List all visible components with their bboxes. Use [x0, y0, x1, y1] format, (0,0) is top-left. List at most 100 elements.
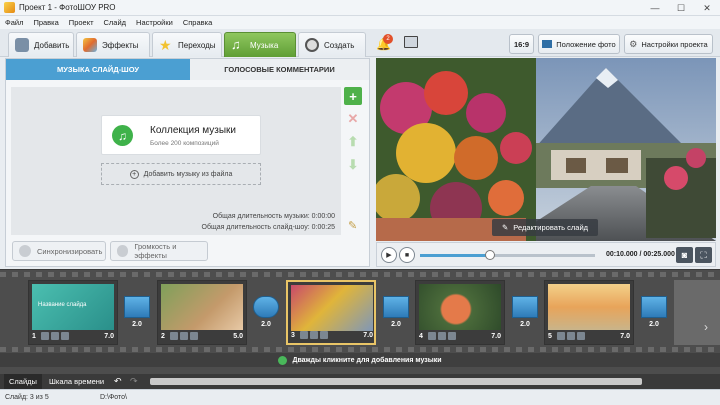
menu-help[interactable]: Справка [183, 18, 212, 27]
notification-badge: 2 [383, 34, 393, 44]
zoom-icon[interactable] [51, 332, 59, 340]
tab-music[interactable]: ♫ Музыка [224, 32, 296, 57]
photo-library-icon[interactable] [404, 36, 418, 48]
preview-photo [376, 58, 716, 241]
playback-progress-track[interactable] [420, 254, 595, 257]
stop-button[interactable]: ■ [399, 247, 415, 263]
zoom-icon[interactable] [567, 332, 575, 340]
tab-slides[interactable]: Слайды [4, 374, 42, 389]
zoom-icon[interactable] [180, 332, 188, 340]
tab-transitions[interactable]: ★ Переходы [152, 32, 222, 57]
transition-icon [512, 296, 538, 318]
audio-icon[interactable] [190, 332, 198, 340]
delete-track-icon[interactable]: ✕ [344, 110, 362, 128]
edit-slide-icon[interactable] [557, 332, 565, 340]
edit-slide-button[interactable]: ✎ Редактировать слайд [492, 219, 598, 236]
slide-3-image [291, 285, 373, 331]
music-icon: ♫ [231, 37, 241, 52]
maximize-button[interactable]: ☐ [668, 0, 694, 16]
time-display: 00:10.000 / 00:25.000 [606, 251, 675, 258]
transition-1[interactable]: 2.0 [124, 296, 150, 330]
window-title: Проект 1 - ФотоШОУ PRO [19, 3, 116, 12]
playback-knob[interactable] [485, 250, 495, 260]
add-track-icon[interactable]: + [344, 87, 362, 105]
slide-preview[interactable] [376, 58, 716, 241]
zoom-icon[interactable] [438, 332, 446, 340]
add-slide-placeholder[interactable] [674, 280, 720, 345]
slide-thumbnail[interactable]: Название слайда 1 7.0 [28, 280, 118, 345]
menu-bar: Файл Правка Проект Слайд Настройки Справ… [0, 16, 720, 29]
slide-thumbnail-selected[interactable]: 3 7.0 [286, 280, 376, 345]
slide-4-image [419, 284, 501, 330]
transition-5[interactable]: 2.0 [641, 296, 667, 330]
total-music-duration: Общая длительность музыки: 0:00:00 [212, 213, 335, 220]
pencil-icon: ✎ [501, 223, 509, 232]
subtab-slideshow-music[interactable]: МУЗЫКА СЛАЙД-ШОУ [6, 59, 190, 80]
undo-icon[interactable]: ↶ [114, 376, 122, 387]
play-button[interactable]: ▶ [381, 247, 397, 263]
edit-slide-icon[interactable] [300, 331, 308, 339]
transition-icon [124, 296, 150, 318]
photo-position-button[interactable]: Положение фото [538, 34, 620, 54]
menu-edit[interactable]: Правка [33, 18, 58, 27]
audio-icon[interactable] [577, 332, 585, 340]
effects-icon [83, 38, 97, 52]
magic-wand-icon[interactable]: ✎ [348, 219, 357, 232]
close-button[interactable]: ✕ [694, 0, 720, 16]
main-toolbar: Добавить Эффекты ★ Переходы ♫ Музыка Соз… [0, 29, 720, 57]
move-down-icon[interactable]: ⬇ [344, 156, 362, 174]
title-bar: Проект 1 - ФотоШОУ PRO — ☐ ✕ [0, 0, 720, 16]
add-music-from-file-button[interactable]: + Добавить музыку из файла [101, 163, 261, 185]
app-icon [4, 2, 15, 13]
sync-button[interactable]: Синхронизировать [12, 241, 106, 261]
bottom-bar: Слайды Шкала времени ↶ ↷ [0, 374, 720, 389]
minimize-button[interactable]: — [642, 0, 668, 16]
slides-timeline: Название слайда 1 7.0 2.0 2 5.0 2.0 3 7.… [0, 269, 720, 374]
zoom-icon[interactable] [310, 331, 318, 339]
slide-5-image [548, 284, 630, 330]
tab-timeline[interactable]: Шкала времени [44, 374, 109, 389]
audio-icon[interactable] [320, 331, 328, 339]
tab-add[interactable]: Добавить [8, 32, 74, 57]
plus-circle-icon: + [129, 169, 139, 179]
subtab-voice-comments[interactable]: ГОЛОСОВЫЕ КОММЕНТАРИИ [190, 59, 369, 80]
edit-slide-icon[interactable] [428, 332, 436, 340]
fullscreen-icon[interactable]: ⛶ [695, 247, 712, 263]
sync-icon [19, 245, 31, 257]
transition-2[interactable]: 2.0 [253, 296, 279, 330]
edit-slide-icon[interactable] [41, 332, 49, 340]
redo-icon[interactable]: ↷ [130, 376, 138, 387]
slide-thumbnail[interactable]: 4 7.0 [415, 280, 505, 345]
audio-icon[interactable] [448, 332, 456, 340]
move-up-icon[interactable]: ⬆ [344, 133, 362, 151]
create-film-icon [305, 38, 319, 52]
timeline-scrollbar[interactable] [150, 378, 642, 385]
audio-icon[interactable] [61, 332, 69, 340]
slide-2-image [161, 284, 243, 330]
slide-thumbnail[interactable]: 5 7.0 [544, 280, 634, 345]
menu-project[interactable]: Проект [69, 18, 94, 27]
music-collection-card[interactable]: ♫ Коллекция музыки Более 200 композиций [101, 115, 261, 155]
edit-slide-icon[interactable] [170, 332, 178, 340]
tab-create[interactable]: Создать [298, 32, 366, 57]
scroll-right-icon[interactable]: › [704, 320, 708, 334]
menu-settings[interactable]: Настройки [136, 18, 173, 27]
menu-file[interactable]: Файл [5, 18, 23, 27]
slide-counter: Слайд: 3 из 5 [5, 394, 49, 401]
menu-slide[interactable]: Слайд [104, 18, 127, 27]
volume-effects-button[interactable]: Громкость и эффекты [110, 241, 208, 261]
snapshot-camera-icon[interactable]: ◙ [676, 247, 693, 263]
tab-effects[interactable]: Эффекты [76, 32, 150, 57]
music-note-icon: ♫ [112, 125, 133, 146]
slide-thumbnail[interactable]: 2 5.0 [157, 280, 247, 345]
aspect-ratio-button[interactable]: 16:9 [509, 34, 534, 54]
transition-icon [383, 296, 409, 318]
project-settings-button[interactable]: ⚙ Настройки проекта [624, 34, 713, 54]
music-track-drop-zone[interactable]: Дважды кликните для добавления музыки [0, 353, 720, 367]
transition-4[interactable]: 2.0 [512, 296, 538, 330]
film-perforation-bottom [0, 347, 720, 352]
transition-3[interactable]: 2.0 [383, 296, 409, 330]
playback-progress-fill [420, 254, 490, 257]
music-list-area: ♫ Коллекция музыки Более 200 композиций … [11, 87, 341, 235]
gear-icon: ⚙ [629, 38, 638, 49]
